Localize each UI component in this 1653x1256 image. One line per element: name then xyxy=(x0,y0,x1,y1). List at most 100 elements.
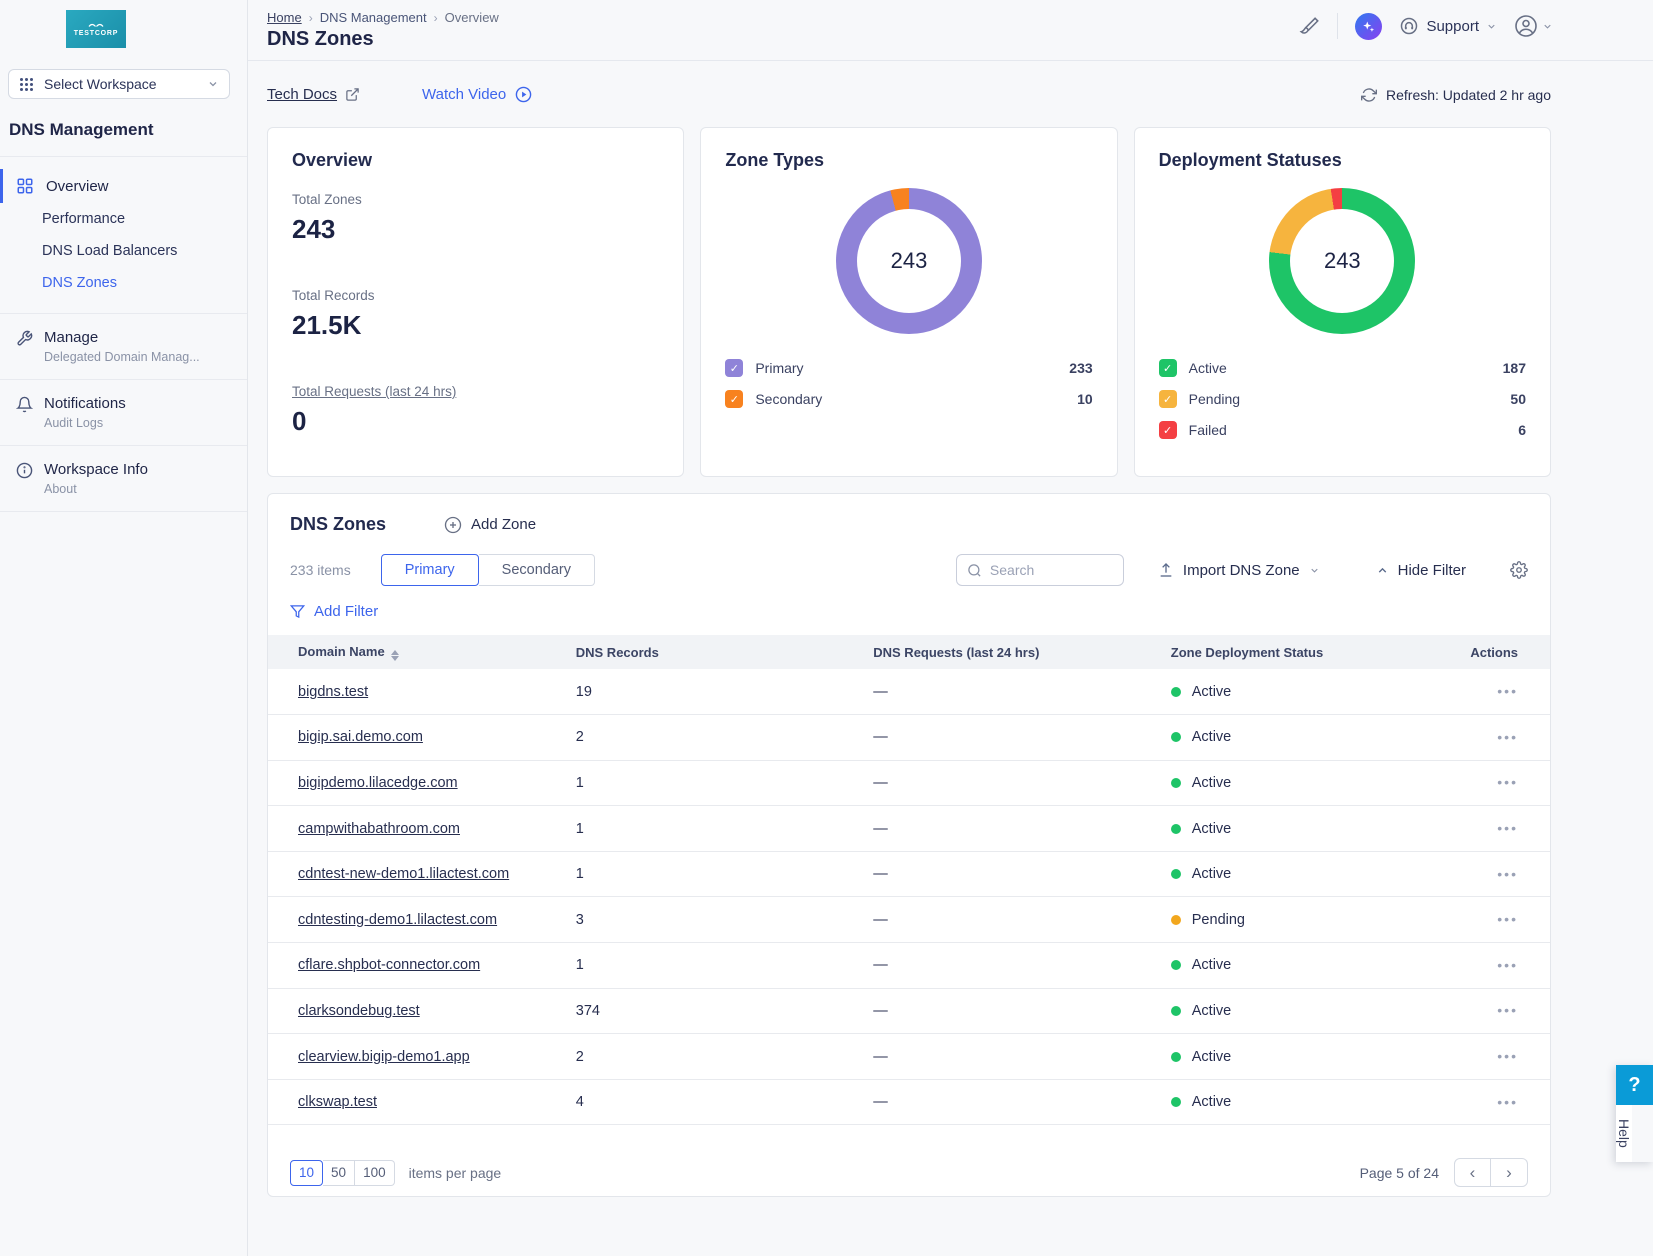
sidebar-section-notifications[interactable]: Notifications Audit Logs xyxy=(0,379,247,445)
table-header-row: Domain Name DNS Records DNS Requests (la… xyxy=(268,635,1550,669)
sort-icon[interactable] xyxy=(391,650,399,661)
status-label: Active xyxy=(1192,821,1232,837)
sidebar-item-performance[interactable]: Performance xyxy=(0,203,247,235)
tab-primary[interactable]: Primary xyxy=(381,554,479,586)
per-page-10[interactable]: 10 xyxy=(290,1160,323,1186)
stat-value: 243 xyxy=(292,214,659,245)
status-label: Active xyxy=(1192,957,1232,973)
table-row: cflare.shpbot-connector.com 1 — Active xyxy=(268,943,1550,989)
column-header-requests: DNS Requests (last 24 hrs) xyxy=(873,635,1171,669)
support-menu[interactable]: Support xyxy=(1399,16,1497,36)
table-toolbar: 233 items Primary Secondary Import DNS Z… xyxy=(268,554,1550,586)
column-header-domain[interactable]: Domain Name xyxy=(268,635,576,669)
records-count: 1 xyxy=(576,943,874,989)
sidebar-item-dns-load-balancers[interactable]: DNS Load Balancers xyxy=(0,235,247,267)
support-label: Support xyxy=(1426,18,1479,35)
legend-item: Failed 6 xyxy=(1159,421,1526,439)
chevron-down-icon xyxy=(1486,21,1497,32)
refresh-button[interactable]: Refresh: Updated 2 hr ago xyxy=(1361,87,1551,103)
per-page-100[interactable]: 100 xyxy=(355,1160,395,1186)
row-actions-menu[interactable] xyxy=(1497,729,1518,745)
search-box[interactable] xyxy=(956,554,1124,586)
row-actions-menu[interactable] xyxy=(1497,1048,1518,1064)
ai-assistant-button[interactable] xyxy=(1355,13,1382,40)
upload-icon xyxy=(1158,562,1174,578)
breadcrumb-item[interactable]: DNS Management xyxy=(320,10,427,25)
domain-link[interactable]: bigip.sai.demo.com xyxy=(298,729,423,745)
sidebar-section-workspace-info[interactable]: Workspace Info About xyxy=(0,445,247,512)
domain-link[interactable]: bigdns.test xyxy=(298,684,368,700)
legend-item: Secondary 10 xyxy=(725,390,1092,408)
user-menu[interactable] xyxy=(1514,14,1553,38)
import-label: Import DNS Zone xyxy=(1183,562,1300,579)
domain-link[interactable]: cflare.shpbot-connector.com xyxy=(298,957,480,973)
watch-video-label: Watch Video xyxy=(422,86,506,103)
bell-icon xyxy=(16,396,33,413)
breadcrumb-home-link[interactable]: Home xyxy=(267,10,302,25)
table-row: clearview.bigip-demo1.app 2 — Active xyxy=(268,1034,1550,1080)
row-actions-menu[interactable] xyxy=(1497,683,1518,699)
help-widget: ? Help xyxy=(1616,1065,1653,1162)
row-actions-menu[interactable] xyxy=(1497,1094,1518,1110)
sidebar-item-dns-zones[interactable]: DNS Zones xyxy=(0,267,247,299)
items-per-page-group: 10 50 100 xyxy=(290,1160,395,1186)
add-zone-button[interactable]: Add Zone xyxy=(444,516,536,534)
row-actions-menu[interactable] xyxy=(1497,774,1518,790)
total-requests-link[interactable]: Total Requests (last 24 hrs) xyxy=(292,384,659,399)
row-actions-menu[interactable] xyxy=(1497,911,1518,927)
checkbox-checked-icon[interactable] xyxy=(725,390,743,408)
sidebar-item-label: Overview xyxy=(46,178,109,195)
domain-link[interactable]: campwithabathroom.com xyxy=(298,821,460,837)
stat-label: Total Records xyxy=(292,288,659,303)
checkbox-checked-icon[interactable] xyxy=(725,359,743,377)
sidebar-section-manage[interactable]: Manage Delegated Domain Manag... xyxy=(0,313,247,379)
app-root: TESTCORP Select Workspace DNS Management… xyxy=(0,0,1653,1256)
legend-label: Failed xyxy=(1189,422,1227,438)
per-page-50[interactable]: 50 xyxy=(323,1160,355,1186)
status-dot xyxy=(1171,778,1181,788)
table-settings-button[interactable] xyxy=(1510,561,1528,579)
tab-secondary[interactable]: Secondary xyxy=(479,554,595,586)
card-title: Zone Types xyxy=(725,150,1092,171)
help-question-button[interactable]: ? xyxy=(1616,1065,1653,1105)
hide-filter-button[interactable]: Hide Filter xyxy=(1376,562,1466,579)
legend-label: Secondary xyxy=(755,391,822,407)
legend-value: 187 xyxy=(1503,360,1526,376)
prev-page-button[interactable]: ‹ xyxy=(1454,1158,1491,1187)
watch-video-link[interactable]: Watch Video xyxy=(422,86,532,103)
domain-link[interactable]: clkswap.test xyxy=(298,1094,377,1110)
donut-total: 243 xyxy=(857,209,961,313)
domain-link[interactable]: cdntesting-demo1.lilactest.com xyxy=(298,912,497,928)
records-count: 19 xyxy=(576,669,874,715)
import-dns-zone-button[interactable]: Import DNS Zone xyxy=(1158,562,1320,579)
domain-link[interactable]: cdntest-new-demo1.lilactest.com xyxy=(298,866,509,882)
status-dot xyxy=(1171,1006,1181,1016)
sidebar-item-overview[interactable]: Overview xyxy=(0,169,247,203)
requests-count: — xyxy=(873,988,1171,1034)
section-title: Workspace Info xyxy=(44,461,148,478)
checkbox-checked-icon[interactable] xyxy=(1159,390,1177,408)
table-row: campwithabathroom.com 1 — Active xyxy=(268,806,1550,852)
tech-docs-link[interactable]: Tech Docs xyxy=(267,86,360,103)
add-filter-button[interactable]: Add Filter xyxy=(268,603,400,620)
checkbox-checked-icon[interactable] xyxy=(1159,421,1177,439)
row-actions-menu[interactable] xyxy=(1497,820,1518,836)
next-page-button[interactable]: › xyxy=(1491,1158,1528,1187)
theme-brush-icon[interactable] xyxy=(1299,16,1320,37)
sidebar-nav: Overview Performance DNS Load Balancers … xyxy=(0,157,247,313)
search-input[interactable] xyxy=(990,562,1100,578)
domain-link[interactable]: bigipdemo.lilacedge.com xyxy=(298,775,458,791)
status-label: Active xyxy=(1192,866,1232,882)
workspace-selector[interactable]: Select Workspace xyxy=(8,69,230,99)
domain-link[interactable]: clearview.bigip-demo1.app xyxy=(298,1049,470,1065)
status-dot xyxy=(1171,869,1181,879)
row-actions-menu[interactable] xyxy=(1497,1002,1518,1018)
help-tab[interactable]: Help xyxy=(1616,1105,1632,1162)
add-zone-label: Add Zone xyxy=(471,516,536,533)
checkbox-checked-icon[interactable] xyxy=(1159,359,1177,377)
row-actions-menu[interactable] xyxy=(1497,957,1518,973)
domain-link[interactable]: clarksondebug.test xyxy=(298,1003,420,1019)
bird-logo-icon xyxy=(88,21,104,28)
breadcrumb: Home › DNS Management › Overview xyxy=(267,10,499,25)
row-actions-menu[interactable] xyxy=(1497,866,1518,882)
